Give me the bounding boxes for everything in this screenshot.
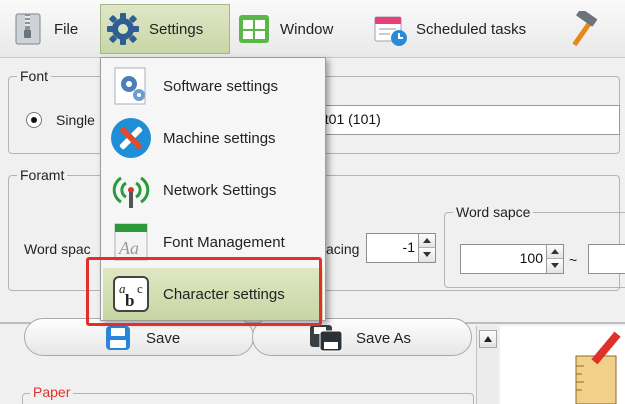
menu-scheduled-tasks[interactable]: Scheduled tasks (372, 4, 560, 54)
menu-file-label: File (54, 20, 79, 38)
word-space-from-up-button[interactable] (547, 245, 563, 259)
single-radio-label: Single (56, 112, 95, 128)
word-space-from-down-button[interactable] (547, 259, 563, 273)
spacing-spinner-buttons (418, 234, 435, 262)
menu-item-label: Machine settings (163, 129, 276, 147)
gear-icon (105, 11, 141, 47)
menu-item-software-settings[interactable]: Software settings (103, 60, 323, 112)
menu-settings[interactable]: Settings (100, 4, 230, 54)
ruler-pencil-icon (572, 326, 625, 404)
window-icon (236, 11, 272, 47)
save-button-label: Save (146, 330, 181, 347)
calendar-clock-icon (372, 11, 408, 47)
word-space-group-title: Word sapce (453, 204, 534, 220)
highlight-box (86, 257, 322, 326)
spacing-up-button[interactable] (419, 234, 435, 248)
menu-window-label: Window (280, 20, 334, 38)
menu-item-network-settings[interactable]: Network Settings (103, 164, 323, 216)
word-space-from-spinner[interactable]: 100 (460, 244, 564, 274)
format-group-title: Foramt (17, 167, 68, 183)
font-group-title: Font (17, 68, 52, 84)
scroll-up-arrow[interactable] (479, 330, 497, 348)
menu-item-machine-settings[interactable]: Machine settings (103, 112, 323, 164)
save-as-button-label: Save As (356, 330, 412, 347)
paper-group-title: Paper (30, 384, 74, 400)
menu-window[interactable]: Window (236, 4, 366, 54)
menu-scheduled-label: Scheduled tasks (416, 20, 527, 38)
hammer-icon (564, 8, 600, 47)
vertical-scrollbar[interactable] (476, 326, 498, 404)
save-icon (104, 324, 132, 352)
menu-item-label: Software settings (163, 77, 279, 95)
word-space-to-spinner[interactable] (588, 244, 625, 274)
svg-text:Aa: Aa (118, 238, 139, 258)
paper-group (22, 393, 474, 404)
range-separator: ~ (569, 252, 578, 268)
spacing-label: acing (326, 241, 360, 257)
network-settings-icon (109, 168, 153, 212)
font-name-field[interactable]: nt01 (101) (310, 105, 620, 135)
spacing-value: -1 (402, 239, 415, 255)
word-space-from-value: 100 (519, 250, 543, 266)
radio-dot (31, 117, 37, 123)
menubar: File Settings Window Scheduled tasks (0, 0, 625, 58)
spacing-spinner[interactable]: -1 (366, 233, 436, 263)
menu-settings-label: Settings (149, 20, 204, 38)
single-radio[interactable] (26, 112, 42, 128)
word-spacing-label: Word spac (24, 241, 91, 257)
spacing-down-button[interactable] (419, 248, 435, 262)
machine-settings-icon (109, 116, 153, 160)
software-settings-icon (109, 64, 153, 108)
zip-file-icon (10, 11, 46, 47)
menu-tools[interactable] (564, 4, 624, 54)
menu-item-label: Network Settings (163, 181, 277, 199)
app-window: File Settings Window Scheduled tasks Fon… (0, 0, 625, 404)
font-name-value: nt01 (101) (317, 111, 381, 127)
menu-file[interactable]: File (10, 4, 98, 54)
word-space-from-buttons (546, 245, 563, 273)
menu-item-label: Font Management (163, 233, 285, 251)
save-as-icon (308, 323, 344, 353)
